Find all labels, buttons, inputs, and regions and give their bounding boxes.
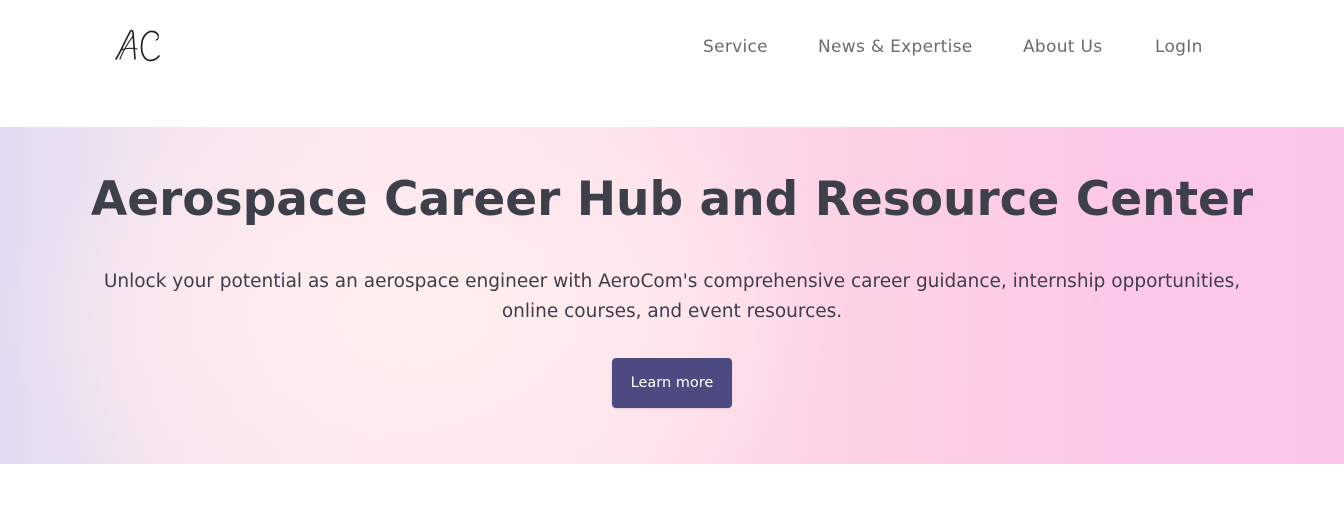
site-header: Service News & Expertise About Us LogIn [0,0,1344,127]
hero-title: Aerospace Career Hub and Resource Center [90,172,1254,227]
nav-news-expertise[interactable]: News & Expertise [818,36,973,58]
learn-more-button[interactable]: Learn more [612,358,732,408]
nav-login[interactable]: LogIn [1155,36,1203,58]
hero-section: Aerospace Career Hub and Resource Center… [0,127,1344,464]
nav-service[interactable]: Service [703,36,768,58]
hero-subtitle: Unlock your potential as an aerospace en… [103,271,1241,322]
nav-about-us[interactable]: About Us [1023,36,1102,58]
main-nav: Service News & Expertise About Us LogIn [0,36,1344,60]
